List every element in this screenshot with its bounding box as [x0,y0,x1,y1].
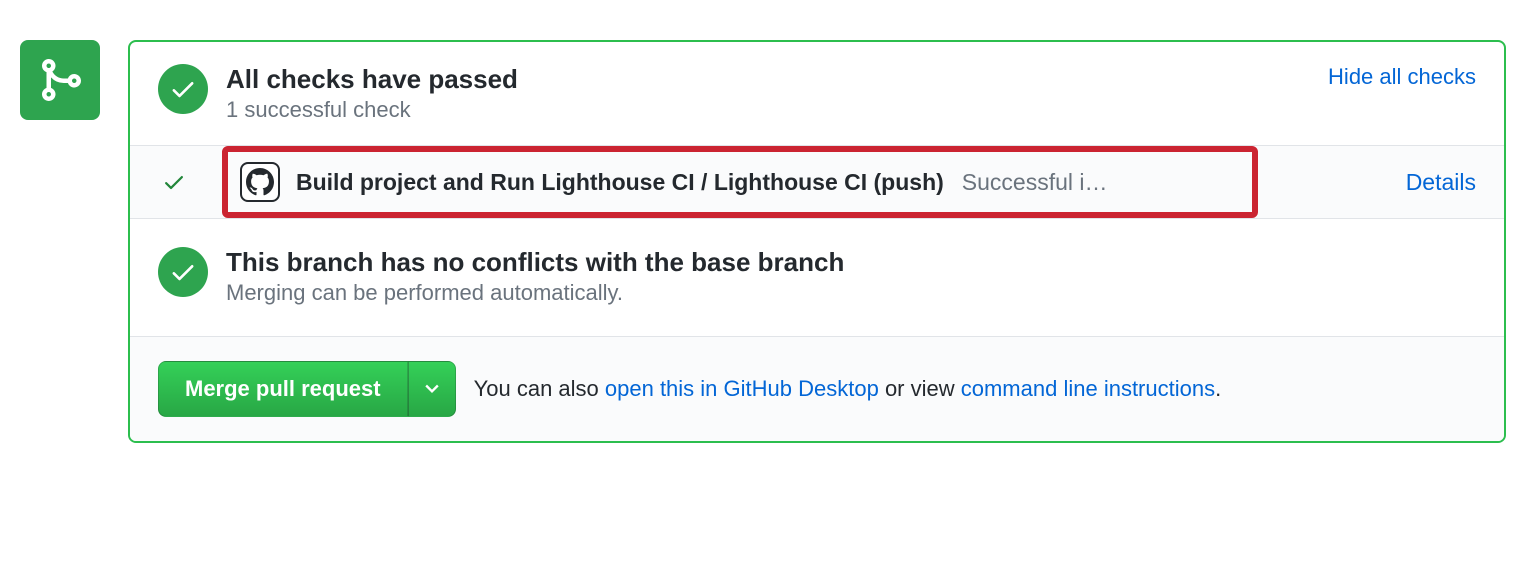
merge-alternative-text: You can also open this in GitHub Desktop… [474,376,1222,402]
success-status-circle [158,64,208,114]
github-actions-avatar [240,162,280,202]
merge-status-avatar [20,40,100,120]
footer-prefix: You can also [474,376,605,401]
check-icon [169,75,197,103]
open-github-desktop-link[interactable]: open this in GitHub Desktop [605,376,879,401]
check-run-status-icon [158,170,190,194]
check-run-row: Build project and Run Lighthouse CI / Li… [130,145,1504,219]
merge-pull-request-button[interactable]: Merge pull request [158,361,408,417]
github-icon [246,168,274,196]
footer-middle: or view [879,376,961,401]
git-merge-icon [36,56,84,104]
conflicts-section: This branch has no conflicts with the ba… [130,219,1504,336]
check-icon [169,258,197,286]
check-details-link[interactable]: Details [1406,169,1476,196]
merge-button-group: Merge pull request [158,361,456,417]
check-run-name: Build project and Run Lighthouse CI / Li… [296,169,944,196]
check-run-status-text: Successful i… [962,169,1108,196]
hide-checks-link[interactable]: Hide all checks [1328,64,1476,90]
command-line-instructions-link[interactable]: command line instructions [961,376,1215,401]
checks-subtitle: 1 successful check [226,97,1328,123]
conflicts-title: This branch has no conflicts with the ba… [226,247,1476,278]
checks-title: All checks have passed [226,64,1328,95]
merge-footer: Merge pull request You can also open thi… [130,336,1504,441]
caret-down-icon [425,384,439,394]
checks-summary-section: All checks have passed 1 successful chec… [130,42,1504,145]
check-icon [162,170,186,194]
highlight-annotation: Build project and Run Lighthouse CI / Li… [222,146,1258,218]
conflicts-subtitle: Merging can be performed automatically. [226,280,1476,306]
success-status-circle [158,247,208,297]
footer-suffix: . [1215,376,1221,401]
merge-options-dropdown[interactable] [408,361,456,417]
merge-status-panel: All checks have passed 1 successful chec… [128,40,1506,443]
